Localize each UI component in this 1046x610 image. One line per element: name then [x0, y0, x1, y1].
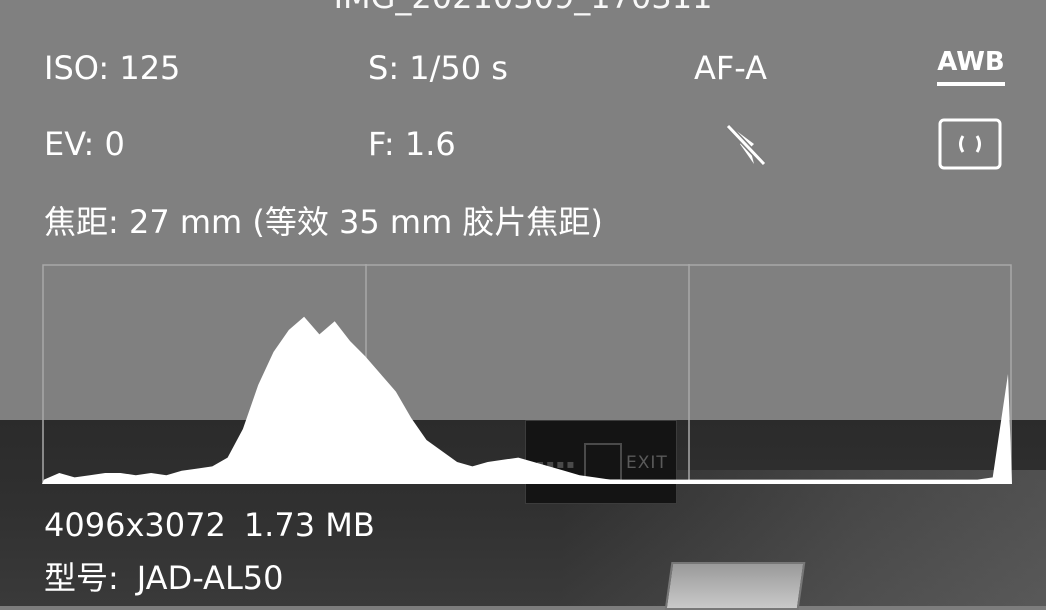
flash-off-icon: [725, 123, 767, 167]
aperture-value: F: 1.6: [368, 125, 456, 163]
model-line: 型号: JAD-AL50: [44, 558, 283, 598]
iso-value: ISO: 125: [44, 49, 181, 87]
shutter-speed-value: S: 1/50 s: [368, 49, 508, 87]
model-value: JAD-AL50: [136, 559, 284, 597]
af-mode-value: AF-A: [694, 49, 768, 87]
histogram: [42, 264, 1012, 484]
histogram-area: [42, 316, 1012, 484]
file-size: 1.73 MB: [243, 506, 375, 544]
photo-info-overlay: IMG_20210309_170311 ISO: 125 S: 1/50 s A…: [0, 0, 1046, 606]
histogram-frame: [42, 264, 1012, 484]
center-weighted-metering-icon: [938, 118, 1002, 170]
awb-label: AWB: [937, 47, 1005, 77]
model-label: 型号:: [44, 559, 119, 597]
photo-filename: IMG_20210309_170311: [0, 0, 1046, 16]
image-resolution: 4096x3072: [44, 506, 226, 544]
awb-underline: [937, 82, 1005, 86]
awb-badge: AWB: [937, 44, 1005, 86]
ev-value: EV: 0: [44, 125, 125, 163]
focal-length-value: 焦距: 27 mm (等效 35 mm 胶片焦距): [44, 203, 603, 241]
resolution-line: 4096x3072 1.73 MB: [44, 505, 375, 545]
